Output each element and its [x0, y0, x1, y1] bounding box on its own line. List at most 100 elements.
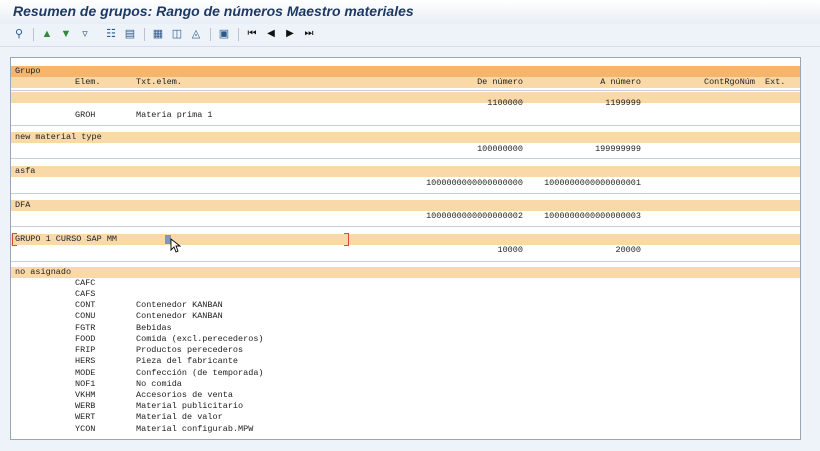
- element-text: Material configurab.MPW: [136, 424, 254, 434]
- element-row[interactable]: FRIP Productos perecederos: [11, 345, 800, 356]
- element-text: Comida (excl.perecederos): [136, 334, 264, 344]
- header-group-label: Grupo: [15, 66, 41, 76]
- toolbar-separator: [144, 28, 145, 41]
- group-row-selected[interactable]: GRUPO 1 CURSO SAP MM: [11, 233, 800, 246]
- element-code: YCON: [75, 424, 96, 434]
- element-row[interactable]: NOF1 No comida: [11, 379, 800, 390]
- range-to: 20000: [615, 245, 641, 255]
- group-name: no asignado: [15, 267, 72, 277]
- element-row[interactable]: HERS Pieza del fabricante: [11, 356, 800, 367]
- header-col-ext: Ext.: [765, 77, 786, 87]
- element-code: CONT: [75, 300, 96, 310]
- header-col-elem: Elem.: [75, 77, 101, 87]
- toolbar-separator: [210, 28, 211, 41]
- range-to: 1000000000000000003: [544, 211, 641, 221]
- toolbar: ⚲ ▲ ▼ ▿ ☷ ▤ ▦ ◫ ◬ ▣ ⏮ ◀ ▶ ⏭: [0, 24, 820, 47]
- group-row[interactable]: DFA: [11, 200, 800, 211]
- element-text: No comida: [136, 379, 182, 389]
- header-col-contrg: ContRgoNúm: [703, 77, 755, 87]
- print-icon[interactable]: ▤: [123, 27, 137, 41]
- details-icon[interactable]: ⚲: [12, 27, 26, 41]
- row-divider: [11, 158, 800, 159]
- header-group-row: Grupo: [11, 66, 800, 77]
- group-range-row[interactable]: 10000 20000: [11, 245, 800, 256]
- element-row[interactable]: WERT Material de valor: [11, 412, 800, 423]
- group-range-row[interactable]: 1100000 1199999: [11, 98, 800, 109]
- group-name: DFA: [15, 200, 31, 210]
- group-range-row[interactable]: 1000000000000000000 1000000000000000001: [11, 178, 800, 189]
- range-to: 1199999: [605, 98, 641, 108]
- element-row[interactable]: WERB Material publicitario: [11, 401, 800, 412]
- header-columns-row: Elem. Txt.elem. De número A número ContR…: [11, 77, 800, 88]
- expand-icon[interactable]: ◫: [170, 27, 184, 41]
- next-page-icon[interactable]: ▶: [283, 27, 297, 41]
- element-row[interactable]: VKHM Accesorios de venta: [11, 390, 800, 401]
- group-row[interactable]: new material type: [11, 132, 800, 143]
- filter-icon[interactable]: ▼: [59, 27, 73, 41]
- row-divider: [11, 193, 800, 194]
- element-code: NOF1: [75, 379, 96, 389]
- element-code: CAFS: [75, 289, 96, 299]
- element-code: FOOD: [75, 334, 96, 344]
- group-name: new material type: [15, 132, 102, 142]
- element-text: Productos perecederos: [136, 345, 244, 355]
- range-from: 1100000: [487, 98, 523, 108]
- row-divider: [11, 261, 800, 262]
- element-code: CAFC: [75, 278, 96, 288]
- element-row[interactable]: FOOD Comida (excl.perecederos): [11, 334, 800, 345]
- header-col-from: De número: [477, 77, 523, 87]
- element-row[interactable]: YCON Material configurab.MPW: [11, 424, 800, 435]
- groups-list: Grupo Elem. Txt.elem. De número A número…: [10, 57, 801, 440]
- element-code: WERB: [75, 401, 96, 411]
- sort-ascending-icon[interactable]: ▲: [40, 27, 54, 41]
- element-code: FGTR: [75, 323, 96, 333]
- group-range-row[interactable]: 1000000000000000002 1000000000000000003: [11, 211, 800, 222]
- info-icon[interactable]: ▣: [217, 27, 231, 41]
- element-text: Contenedor KANBAN: [136, 311, 223, 321]
- range-to: 1000000000000000001: [544, 178, 641, 188]
- element-row[interactable]: CONT Contenedor KANBAN: [11, 300, 800, 311]
- header-col-to: A número: [600, 77, 641, 87]
- element-code: GROH: [75, 110, 96, 120]
- toolbar-separator: [33, 28, 34, 41]
- element-row[interactable]: CONU Contenedor KANBAN: [11, 311, 800, 322]
- element-text: Material publicitario: [136, 401, 244, 411]
- element-code: FRIP: [75, 345, 96, 355]
- element-code: CONU: [75, 311, 96, 321]
- previous-page-icon[interactable]: ◀: [264, 27, 278, 41]
- export-icon[interactable]: ☷: [104, 27, 118, 41]
- element-code: HERS: [75, 356, 96, 366]
- element-text: Confección (de temporada): [136, 368, 264, 378]
- element-row[interactable]: GROH Materia prima 1: [11, 110, 800, 121]
- toolbar-separator: [238, 28, 239, 41]
- range-to: 199999999: [595, 144, 641, 154]
- layout-icon[interactable]: ▦: [151, 27, 165, 41]
- element-row[interactable]: CAFS: [11, 289, 800, 300]
- header-col-txt: Txt.elem.: [136, 77, 182, 87]
- element-code: VKHM: [75, 390, 96, 400]
- row-divider: [11, 125, 800, 126]
- row-divider: [11, 226, 800, 227]
- range-from: 1000000000000000002: [426, 211, 523, 221]
- unassigned-group-row[interactable]: no asignado: [11, 267, 800, 278]
- element-text: Material de valor: [136, 412, 223, 422]
- last-page-icon[interactable]: ⏭: [302, 27, 316, 41]
- range-from: 1000000000000000000: [426, 178, 523, 188]
- range-from: 100000000: [477, 144, 523, 154]
- element-row[interactable]: CAFC: [11, 278, 800, 289]
- collapse-icon[interactable]: ◬: [189, 27, 203, 41]
- filter-settings-icon[interactable]: ▿: [78, 27, 92, 41]
- element-code: WERT: [75, 412, 96, 422]
- group-name: GRUPO 1 CURSO SAP MM: [15, 234, 118, 244]
- row-divider: [11, 90, 800, 91]
- group-range-row[interactable]: 100000000 199999999: [11, 144, 800, 155]
- element-text: Accesorios de venta: [136, 390, 233, 400]
- element-row[interactable]: MODE Confección (de temporada): [11, 368, 800, 379]
- element-text: Bebidas: [136, 323, 172, 333]
- group-row[interactable]: asfa: [11, 166, 800, 177]
- window-title: Resumen de grupos: Rango de números Maes…: [13, 3, 414, 19]
- element-code: MODE: [75, 368, 96, 378]
- first-page-icon[interactable]: ⏮: [245, 27, 259, 41]
- element-row[interactable]: FGTR Bebidas: [11, 323, 800, 334]
- element-text: Materia prima 1: [136, 110, 213, 120]
